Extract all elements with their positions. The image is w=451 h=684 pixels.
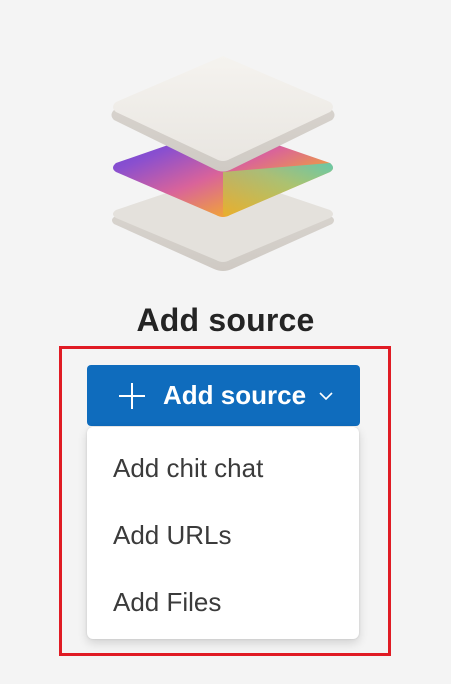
- menu-item-add-chit-chat[interactable]: Add chit chat: [87, 435, 359, 502]
- menu-item-add-urls[interactable]: Add URLs: [87, 502, 359, 569]
- add-source-button-label: Add source: [163, 380, 307, 410]
- add-source-dropdown-menu: Add chit chat Add URLs Add Files: [87, 427, 359, 639]
- stacked-layers-icon: [111, 56, 335, 271]
- page-title: Add source: [136, 302, 315, 338]
- plus-icon: [119, 382, 145, 409]
- menu-item-add-files[interactable]: Add Files: [87, 569, 359, 636]
- chevron-down-icon: [319, 391, 333, 400]
- add-source-button[interactable]: Add source: [87, 365, 360, 426]
